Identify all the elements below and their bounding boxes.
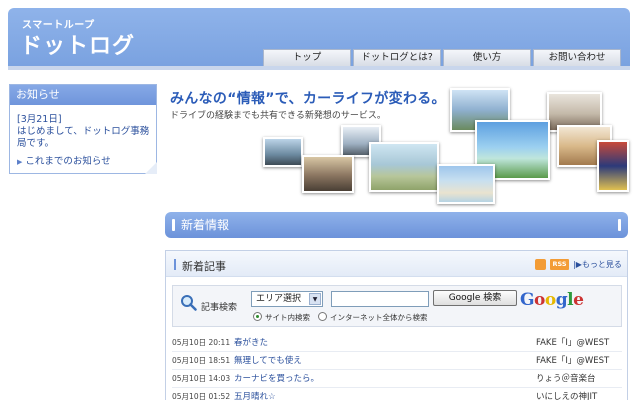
main-nav: トップ ドットログとは? 使い方 お問い合わせ: [263, 49, 621, 66]
article-date: 05月10日 01:52: [172, 392, 231, 400]
article-date: 05月10日 18:51: [172, 356, 231, 365]
radio-web-label: インターネット全体から検索: [330, 313, 428, 322]
notice-more-link[interactable]: ▶ これまでのお知らせ: [17, 153, 111, 167]
hero-photo: [302, 155, 354, 193]
more-articles-label: もっと見る: [581, 260, 622, 269]
article-title-link[interactable]: 五月晴れ☆: [234, 388, 536, 400]
chevron-right-icon: |▶: [573, 260, 582, 269]
article-list: 05月10日 20:11 春がきた FAKE「I」@WEST 05月10日 18…: [172, 334, 622, 400]
radio-web-search[interactable]: [318, 312, 327, 321]
rss-badge[interactable]: RSS: [550, 259, 569, 270]
area-select-dropdown[interactable]: エリア選択 ▼: [251, 291, 323, 307]
table-row: 05月10日 20:11 春がきた FAKE「I」@WEST: [172, 334, 622, 352]
search-input[interactable]: [331, 291, 429, 307]
notice-link[interactable]: はじめまして、ドットログ事務局です。: [17, 126, 150, 150]
more-articles-link[interactable]: |▶もっと見る: [573, 259, 622, 270]
hero-subtitle: ドライブの経験までも共有できる新発想のサービス。: [170, 111, 386, 121]
hero-title: みんなの“情報”で、カーライフが変わる。: [170, 91, 446, 107]
articles-header: 新着記事 RSS |▶もっと見る: [166, 251, 627, 277]
hero-photo: [597, 140, 629, 192]
news-section-header: 新着情報: [165, 212, 628, 238]
nav-tab-contact[interactable]: お問い合わせ: [533, 49, 621, 66]
site-logo[interactable]: ドットログ: [20, 28, 135, 60]
hero-photo: [437, 164, 495, 204]
table-row: 05月10日 18:51 無理してでも使え FAKE「I」@WEST: [172, 352, 622, 370]
notice-date: [3月21日]: [17, 114, 62, 125]
notice-title: お知らせ: [10, 85, 156, 105]
articles-title: 新着記事: [182, 260, 226, 273]
chevron-down-icon: ▼: [309, 293, 321, 305]
nav-tab-top[interactable]: トップ: [263, 49, 351, 66]
header-divider: [8, 66, 630, 70]
article-author: FAKE「I」@WEST: [536, 338, 610, 348]
article-date: 05月10日 14:03: [172, 374, 231, 383]
radio-site-search[interactable]: [253, 312, 262, 321]
arrow-right-icon: ▶: [17, 158, 23, 166]
article-author: りょう＠音楽台: [536, 374, 596, 384]
google-search-button[interactable]: Google 検索: [433, 290, 517, 306]
hero-photo: [369, 142, 439, 192]
article-search-box: 記事検索 エリア選択 ▼ Google 検索 Google サイト内検索 インタ…: [172, 285, 622, 327]
google-logo: Google: [520, 290, 584, 310]
article-author: いにしえの神JIT: [536, 392, 598, 400]
article-title-link[interactable]: 無理してでも使え: [234, 352, 536, 369]
articles-panel: 新着記事 RSS |▶もっと見る 記事検索 エリア選択 ▼ Google 検索 …: [165, 250, 628, 400]
article-title-link[interactable]: 春がきた: [234, 334, 536, 351]
area-select-value: エリア選択: [256, 294, 302, 304]
notice-more-label: これまでのお知らせ: [25, 156, 111, 167]
search-label: 記事検索: [201, 303, 238, 313]
hero-photo: [263, 137, 303, 167]
search-icon: [181, 295, 197, 311]
nav-tab-about[interactable]: ドットログとは?: [353, 49, 441, 66]
rss-feed-icon[interactable]: [535, 259, 546, 270]
site-header: スマートループ ドットログ トップ ドットログとは? 使い方 お問い合わせ: [8, 8, 630, 66]
table-row: 05月10日 01:52 五月晴れ☆ いにしえの神JIT: [172, 388, 622, 400]
radio-site-label: サイト内検索: [265, 313, 310, 322]
nav-tab-howto[interactable]: 使い方: [443, 49, 531, 66]
notice-panel: お知らせ [3月21日] はじめまして、ドットログ事務局です。 ▶ これまでのお知…: [9, 84, 157, 174]
page-curl-decoration: [145, 162, 157, 174]
article-author: FAKE「I」@WEST: [536, 356, 610, 366]
hero-banner: みんなの“情報”で、カーライフが変わる。 ドライブの経験までも共有できる新発想の…: [165, 80, 630, 204]
article-date: 05月10日 20:11: [172, 338, 231, 347]
table-row: 05月10日 14:03 カーナビを買ったら。 りょう＠音楽台: [172, 370, 622, 388]
article-title-link[interactable]: カーナビを買ったら。: [234, 370, 536, 387]
